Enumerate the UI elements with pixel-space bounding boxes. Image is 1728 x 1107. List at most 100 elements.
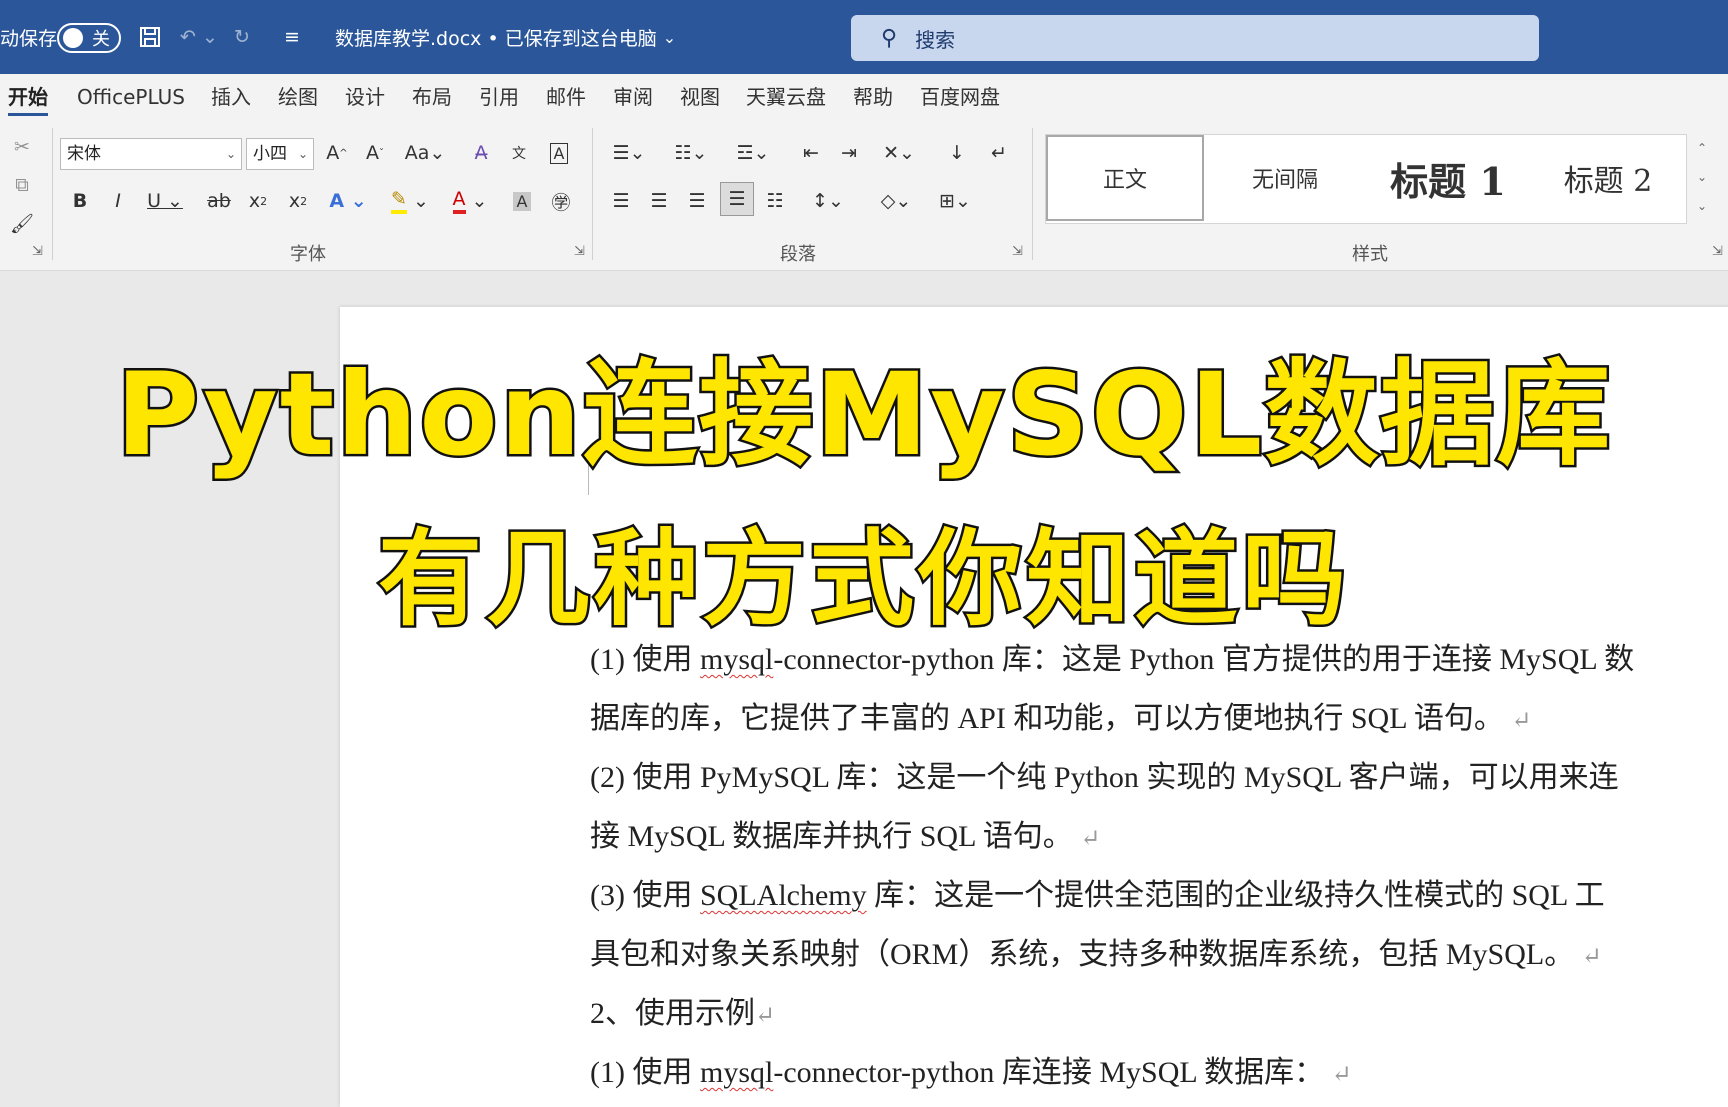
clear-formatting-icon[interactable]: A̶ [466,136,496,170]
cut-icon[interactable]: ✂ [8,130,36,164]
autosave-label: 动保存 [0,27,58,50]
clipboard-launcher-icon[interactable]: ⇲ [32,244,43,259]
character-shading-icon[interactable]: A [508,184,536,218]
tab-review[interactable]: 审阅 [613,74,653,120]
spelling-flag: SQLAlchemy [699,879,867,912]
enclosed-character-icon[interactable]: ㊫ [546,184,576,218]
doc-line[interactable]: 接 MySQL 数据库并执行 SQL 语句。 ↵ [590,811,1100,855]
ribbon-tabs: 开始 OfficePLUS 插入 绘图 设计 布局 引用 邮件 审阅 视图 天翼… [0,74,1728,120]
line-text: (1) 使用 [590,1056,700,1089]
paragraph-mark: ↵ [1511,708,1532,734]
tab-references[interactable]: 引用 [479,74,519,120]
font-size-combo[interactable]: 小四 ⌄ [246,138,314,170]
save-icon[interactable] [138,0,162,74]
underline-icon[interactable]: U ⌄ [142,184,188,218]
tab-draw[interactable]: 绘图 [278,74,318,120]
font-launcher-icon[interactable]: ⇲ [574,244,585,259]
line-text: 2、使用示例 [590,997,755,1030]
text-effects-icon[interactable]: A ⌄ [326,184,370,218]
styles-scroll[interactable]: ⌃ ⌄ ⌄ [1690,134,1714,222]
doc-line[interactable]: (2) 使用 PyMySQL 库：这是一个纯 Python 实现的 MySQL … [590,752,1619,796]
overlay-title-line1: Python连接MySQL数据库 [113,346,1613,484]
styles-group-label: 样式 [1352,244,1388,265]
superscript-icon[interactable]: x2 [284,184,312,218]
decrease-indent-icon[interactable]: ⇤ [796,136,826,170]
tab-mailings[interactable]: 邮件 [546,74,586,120]
title-bar: 动保存 关 ↶ ⌄ ↻ ≡ 数据库教学.docx • 已保存到这台电脑 ⌄ ⚲ … [0,0,1728,74]
character-border-icon[interactable]: A [544,136,574,170]
justify-icon[interactable]: ☰ [720,182,754,216]
chevron-down-icon: ⌄ [225,147,236,161]
numbering-icon[interactable]: ☷⌄ [668,136,714,170]
doc-line[interactable]: (3) 使用 SQLAlchemy 库：这是一个提供全范围的企业级持久性模式的 … [590,870,1605,914]
overlay-title-line2: 有几种方式你知道吗 [375,516,1350,643]
grow-font-icon[interactable]: A ^ [322,136,352,170]
style-normal[interactable]: 正文 [1046,135,1204,221]
tab-home[interactable]: 开始 [8,74,48,120]
italic-icon[interactable]: I [104,184,132,218]
line-spacing-icon[interactable]: ↕⌄ [804,184,852,218]
bullets-icon[interactable]: ☰⌄ [606,136,652,170]
shrink-font-icon[interactable]: Aˇ [360,136,390,170]
chevron-down-icon[interactable]: ⌄ [1690,163,1714,192]
line-text: (1) 使用 [590,643,700,676]
tab-layout[interactable]: 布局 [412,74,452,120]
tab-view[interactable]: 视图 [680,74,720,120]
change-case-icon[interactable]: Aa⌄ [400,136,450,170]
tab-officeplus[interactable]: OfficePLUS [77,74,185,120]
bold-icon[interactable]: B [66,184,94,218]
style-heading-2[interactable]: 标题 2 [1532,135,1684,221]
customize-qat-icon[interactable]: ≡ [284,0,300,74]
show-marks-icon[interactable]: ↵ [984,136,1014,170]
group-divider [592,128,593,260]
group-divider [1032,128,1033,260]
tab-help[interactable]: 帮助 [853,74,893,120]
format-painter-icon[interactable]: 🖌 [8,206,36,240]
tab-design[interactable]: 设计 [345,74,385,120]
doc-line[interactable]: 据库的库，它提供了丰富的 API 和功能，可以方便地执行 SQL 语句。 ↵ [590,693,1532,737]
style-heading-1[interactable]: 标题 1 [1366,135,1530,221]
align-left-icon[interactable]: ☰ [606,184,636,218]
chinese-layout-icon[interactable]: ✕⌄ [874,136,924,170]
undo-icon[interactable]: ↶ ⌄ [180,0,218,74]
shading-icon[interactable]: ◇⌄ [872,184,920,218]
font-name-combo[interactable]: 宋体 ⌄ [60,138,242,170]
sort-icon[interactable]: ↓ [942,136,972,170]
chevron-down-icon: ⌄ [297,147,308,161]
tab-tianyi-cloud[interactable]: 天翼云盘 [746,74,826,120]
document-title[interactable]: 数据库教学.docx • 已保存到这台电脑 ⌄ [335,0,676,74]
line-text: 具包和对象关系映射（ORM）系统，支持多种数据库系统，包括 MySQL。 [590,938,1575,971]
increase-indent-icon[interactable]: ⇥ [834,136,864,170]
line-text: -connector-python 库连接 MySQL 数据库： [773,1056,1325,1089]
chevron-up-icon[interactable]: ⌃ [1690,134,1714,163]
font-color-icon[interactable]: A ⌄ [448,184,492,218]
line-text: (3) 使用 [590,879,700,912]
highlight-color-icon[interactable]: ✎ ⌄ [386,184,434,218]
tab-baidu-netdisk[interactable]: 百度网盘 [920,74,1000,120]
toggle-knob [63,28,83,48]
redo-icon[interactable]: ↻ [234,0,250,74]
multilevel-list-icon[interactable]: ☲⌄ [730,136,776,170]
paragraph-launcher-icon[interactable]: ⇲ [1012,244,1023,259]
strikethrough-icon[interactable]: ab [204,184,234,218]
copy-icon[interactable]: ⧉ [8,168,36,202]
line-text: 接 MySQL 数据库并执行 SQL 语句。 [590,820,1073,853]
align-center-icon[interactable]: ☰ [644,184,674,218]
doc-line[interactable]: (1) 使用 mysql-connector-python 库连接 MySQL … [590,1047,1352,1091]
subscript-icon[interactable]: x2 [244,184,272,218]
paragraph-mark: ↵ [1080,826,1101,852]
spelling-flag: mysql [699,1056,774,1089]
align-right-icon[interactable]: ☰ [682,184,712,218]
doc-line[interactable]: 2、使用示例↵ [590,988,775,1032]
autosave-toggle[interactable]: 关 [57,23,121,53]
search-box[interactable]: ⚲ 搜索 [851,15,1539,61]
distributed-icon[interactable]: ☷ [760,184,790,218]
borders-icon[interactable]: ⊞⌄ [930,184,980,218]
more-styles-icon[interactable]: ⌄ [1690,192,1714,221]
tab-insert[interactable]: 插入 [211,74,251,120]
doc-line[interactable]: 具包和对象关系映射（ORM）系统，支持多种数据库系统，包括 MySQL。 ↵ [590,929,1602,973]
phonetic-guide-icon[interactable]: 文 [504,136,534,170]
styles-launcher-icon[interactable]: ⇲ [1712,244,1723,259]
style-no-spacing[interactable]: 无间隔 [1206,135,1364,221]
search-icon: ⚲ [881,25,898,51]
